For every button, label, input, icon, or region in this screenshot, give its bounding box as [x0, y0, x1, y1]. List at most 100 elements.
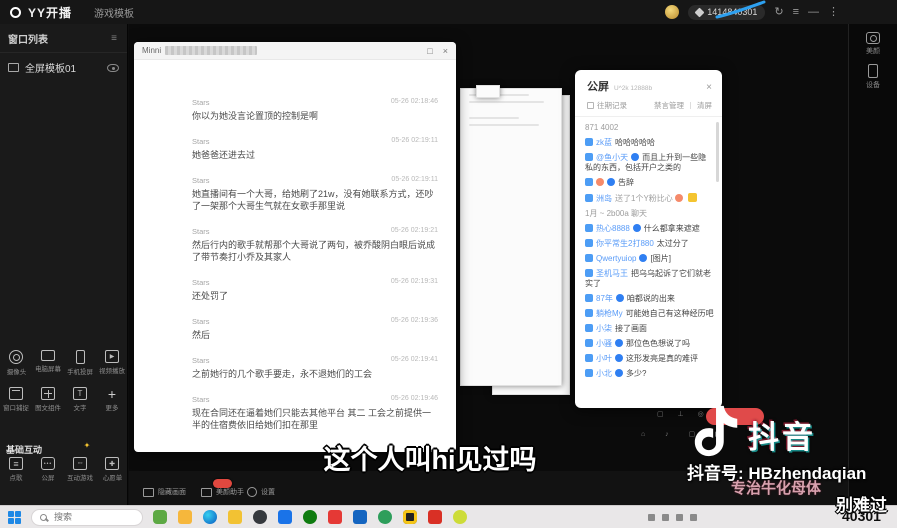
beauty-camera-icon [866, 32, 880, 44]
chat-message: Stars05-26 02:19:31 还处罚了 [192, 278, 438, 302]
taskbar-app-icon[interactable] [228, 510, 242, 524]
tool-phone-cast[interactable]: 手机投屏 [64, 350, 96, 377]
minimize-button[interactable]: — [808, 0, 819, 24]
tool-camera[interactable]: 摄像头 [0, 350, 32, 377]
interaction-public-screen[interactable]: 公屏 [32, 457, 64, 483]
tool-video-play[interactable]: 视频播放 [96, 350, 128, 377]
close-icon[interactable]: × [443, 46, 448, 56]
tool-window-capture[interactable]: 窗口捕捉 [0, 387, 32, 413]
chat-line: 小北多少? [585, 369, 714, 379]
tray-icon [676, 514, 683, 521]
level-badge-icon [585, 254, 593, 262]
chat-message: Stars05-26 02:18:46 你以为她没言论置顶的控制是啊 [192, 98, 438, 122]
chat-message: Stars05-26 02:19:46 现在合同还在逼着她们只能去其他平台 其二… [192, 395, 438, 431]
start-button[interactable] [8, 511, 21, 524]
restore-icon[interactable]: □ [427, 46, 432, 56]
close-icon[interactable]: × [706, 82, 712, 93]
taskbar-app-icon[interactable] [153, 510, 167, 524]
chat-window[interactable]: Minni □ × Stars05-26 02:18:46 你以为她没言论置顶的… [134, 42, 456, 452]
interaction-song-request[interactable]: 点歌 [0, 457, 32, 483]
tab-game-template[interactable]: 游戏模板 [94, 5, 134, 20]
chat-line: 小柒接了画面 [585, 324, 714, 334]
emoji-icon [631, 153, 639, 161]
chat-window-title: Minni [142, 46, 161, 55]
system-tray[interactable] [648, 514, 697, 521]
sidebar: 窗口列表 ≡ 全屏模板01 摄像头 电脑屏幕 手机投屏 视频播放 [0, 24, 128, 505]
chat-line: zk蓝哈哈哈哈哈 [585, 138, 714, 148]
right-tool-beauty[interactable]: 美颜 [849, 32, 897, 56]
chat-line: 告辞 [585, 178, 714, 188]
hexagon-icon [695, 7, 705, 17]
censored-title-block [165, 46, 257, 55]
emoji-icon [607, 178, 615, 186]
level-badge-icon [585, 369, 593, 377]
interaction-games[interactable]: ✦ 互动游戏 [64, 457, 96, 483]
more-button[interactable]: ⋮ [828, 0, 839, 24]
chat-line: 小叶这形发亮是真的难评 [585, 354, 714, 364]
level-badge-icon [585, 309, 593, 317]
menu-icon[interactable]: ≡ [793, 0, 799, 24]
app-title: YY开播 [28, 4, 72, 21]
tool-text[interactable]: 文字 [64, 387, 96, 413]
tool-more[interactable]: 更多 [96, 387, 128, 413]
wishlist-icon [105, 457, 119, 470]
level-badge-icon [585, 269, 593, 277]
taskbar-search[interactable] [31, 509, 143, 526]
background-window-fragment [476, 85, 500, 98]
screen-icon [8, 63, 19, 72]
yy-broadcast-app: YY开播 游戏模板 1414840301 ↻ ≡ — ⋮ 窗口列表 ≡ 全屏模板… [0, 0, 897, 528]
taskbar-app-icon[interactable] [453, 510, 467, 524]
taskbar-app-icon[interactable] [328, 510, 342, 524]
pink-overlay-text: 专治牛化母体 [731, 477, 821, 498]
gear-icon [247, 487, 257, 497]
taskbar-apps [153, 510, 467, 524]
sparkle-icon: ✦ [84, 441, 91, 450]
tab-history[interactable]: 往期记录 [597, 100, 627, 111]
taskbar-app-icon[interactable] [353, 510, 367, 524]
public-screen-title: 公屏 [587, 78, 609, 94]
background-page [460, 88, 562, 386]
toolbar-beauty-button[interactable]: 美颜助手 [201, 487, 244, 497]
blue-stroke-decoration [715, 0, 767, 20]
taskbar-app-icon[interactable] [378, 510, 392, 524]
heart-emoji-icon [675, 194, 683, 202]
emoji-icon [639, 254, 647, 262]
right-toolbar: 美颜 设备 [848, 24, 897, 505]
collapse-icon[interactable]: ≡ [111, 33, 117, 44]
taskbar-app-icon[interactable] [428, 510, 442, 524]
level-badge-icon [585, 194, 593, 202]
user-avatar[interactable] [665, 5, 679, 19]
taskbar-app-icon[interactable] [178, 510, 192, 524]
level-badge-icon [585, 138, 593, 146]
chat-line: 87年咱都说的出来 [585, 294, 714, 304]
level-badge-icon [585, 324, 593, 332]
chat-message: Stars05-26 02:19:41 之前她行的几个歌手要走，永不退她们的工会 [192, 356, 438, 380]
public-screen-subtitle: U^2k 12888b [614, 85, 652, 92]
tool-screen-capture[interactable]: 电脑屏幕 [32, 350, 64, 377]
eye-icon[interactable] [107, 64, 119, 72]
tab-clear-screen[interactable]: 清屏 [697, 100, 712, 111]
search-input[interactable] [52, 511, 122, 523]
sidebar-item-fullscreen-template[interactable]: 全屏模板01 [0, 53, 127, 82]
taskbar-app-icon[interactable] [278, 510, 292, 524]
interaction-wishlist[interactable]: 心愿单 [96, 457, 128, 483]
toolbar-settings-button[interactable]: 设置 [247, 487, 275, 497]
taskbar-app-icon[interactable] [303, 510, 317, 524]
chat-window-titlebar[interactable]: Minni □ × [134, 42, 456, 60]
chat-line: 871 4002 [585, 123, 714, 133]
tool-graphic-widget[interactable]: 图文组件 [32, 387, 64, 413]
tab-mute-manage[interactable]: 禁言管理 [654, 100, 684, 111]
scrollbar[interactable] [716, 122, 719, 182]
checkbox-icon[interactable] [587, 102, 594, 109]
interaction-section-title: 基础互动 [6, 443, 42, 456]
chat-message: Stars05-26 02:19:11 她直播间有一个大哥，给她刷了21w，没有… [192, 176, 438, 212]
toolbar-hide-button[interactable]: 隐藏画面 [143, 487, 186, 497]
taskbar-app-icon[interactable] [403, 510, 417, 524]
monitor-icon [41, 350, 55, 361]
refresh-icon[interactable]: ↻ [774, 0, 783, 24]
taskbar-app-icon[interactable] [253, 510, 267, 524]
right-tool-device[interactable]: 设备 [849, 64, 897, 90]
taskbar-app-icon[interactable] [203, 510, 217, 524]
yy-logo-icon [10, 7, 21, 18]
public-screen-panel[interactable]: 公屏 U^2k 12888b × 往期记录 禁言管理 清屏 871 4002 z… [575, 70, 722, 408]
